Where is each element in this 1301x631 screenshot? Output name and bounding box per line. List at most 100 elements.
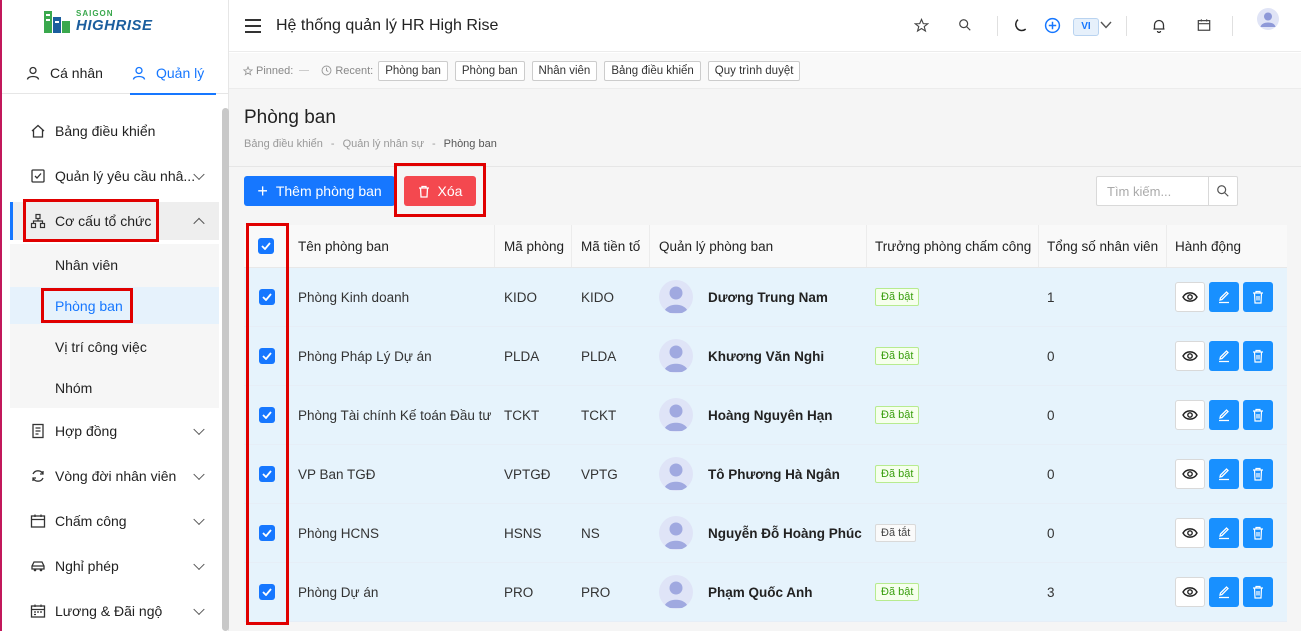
edit-button[interactable] <box>1209 282 1239 312</box>
row-checkbox[interactable] <box>258 525 275 541</box>
recent-chip[interactable]: Nhân viên <box>531 60 598 81</box>
view-button[interactable] <box>1175 577 1205 607</box>
sidebar-subitem-positions[interactable]: Vị trí công việc <box>10 326 219 367</box>
row-checkbox[interactable] <box>258 584 275 600</box>
row-checkbox[interactable] <box>258 407 275 423</box>
delete-row-button[interactable] <box>1243 400 1273 430</box>
sidebar-subitem-departments[interactable]: Phòng ban <box>10 287 219 324</box>
view-button[interactable] <box>1175 400 1205 430</box>
manager-cell: Hoàng Nguyên Hạn <box>650 386 867 444</box>
sidebar-subitem-groups[interactable]: Nhóm <box>10 367 219 408</box>
status-badge: Đã bật <box>875 288 920 306</box>
check-icon <box>261 470 272 478</box>
recent-chip[interactable]: Phòng ban <box>454 60 525 81</box>
manager-name: Phạm Quốc Anh <box>708 584 813 600</box>
eye-icon <box>1182 410 1198 420</box>
delete-row-button[interactable] <box>1243 282 1273 312</box>
view-button[interactable] <box>1175 459 1205 489</box>
table-row[interactable]: Phòng HCNS HSNS NS Nguyễn Đỗ Hoàng Phúc Đã t… <box>244 504 1287 563</box>
departments-table: Tên phòng ban Mã phòng Mã tiền tố Quản l… <box>244 225 1287 622</box>
delete-row-button[interactable] <box>1243 518 1273 548</box>
edit-button[interactable] <box>1209 400 1239 430</box>
edit-button[interactable] <box>1209 577 1239 607</box>
recent-chip[interactable]: Phòng ban <box>378 60 448 81</box>
tab-management-label: Quản lý <box>156 65 205 81</box>
logo[interactable]: SAIGON HIGHRISE <box>42 5 162 37</box>
recent-chip[interactable]: Bảng điều khiển <box>604 60 701 81</box>
star-icon[interactable] <box>912 16 930 34</box>
view-button[interactable] <box>1175 518 1205 548</box>
delete-row-button[interactable] <box>1243 577 1273 607</box>
edit-button[interactable] <box>1209 459 1239 489</box>
table-row[interactable]: VP Ban TGĐ VPTGĐ VPTG Tô Phương Hà Ngân Đã b… <box>244 445 1287 504</box>
sidebar-menu: Bảng điều khiển Quản lý yêu cầu nhâ... C… <box>10 108 219 631</box>
eye-icon <box>1182 292 1198 302</box>
sidebar-item-attendance[interactable]: Chấm công <box>10 498 219 543</box>
header-divider <box>1126 16 1127 36</box>
table-row[interactable]: Phòng Tài chính Kế toán Đầu tư TCKT TCKT Ho… <box>244 386 1287 445</box>
table-row[interactable]: Phòng Kinh doanh KIDO KIDO Dương Trung Nam Đ… <box>244 268 1287 327</box>
org-structure-submenu: Nhân viên Phòng ban Vị trí công việc Nhó… <box>10 244 219 408</box>
user-avatar-icon[interactable] <box>1257 8 1279 30</box>
delete-row-button[interactable] <box>1243 459 1273 489</box>
edit-button[interactable] <box>1209 341 1239 371</box>
view-button[interactable] <box>1175 341 1205 371</box>
row-select-cell <box>244 563 289 621</box>
menu-toggle-icon[interactable] <box>245 19 261 33</box>
col-header-code[interactable]: Mã phòng <box>495 225 572 267</box>
chevron-down-icon[interactable] <box>1097 16 1115 34</box>
sidebar-item-requests[interactable]: Quản lý yêu cầu nhâ... <box>10 153 219 198</box>
search-input[interactable] <box>1097 177 1209 205</box>
sidebar-item-label: Vòng đời nhân viên <box>55 467 177 484</box>
breadcrumb-item[interactable]: Bảng điều khiển <box>244 138 323 150</box>
row-checkbox[interactable] <box>258 289 275 305</box>
row-checkbox[interactable] <box>258 466 275 482</box>
table-row[interactable]: Phòng Pháp Lý Dự án PLDA PLDA Khương Văn Ng… <box>244 327 1287 386</box>
view-button[interactable] <box>1175 282 1205 312</box>
manager-name: Khương Văn Nghi <box>708 348 825 364</box>
tab-personal[interactable]: Cá nhân <box>2 52 130 94</box>
user-icon <box>132 66 146 80</box>
department-prefix: VPTG <box>581 466 618 482</box>
add-circle-icon[interactable] <box>1043 16 1061 34</box>
document-icon <box>30 423 46 439</box>
col-header-attendance-head[interactable]: Trưởng phòng chấm công <box>867 225 1039 267</box>
language-selector[interactable]: VI <box>1073 18 1099 36</box>
sidebar-item-dashboard[interactable]: Bảng điều khiển <box>10 108 219 153</box>
total-employees-cell: 0 <box>1039 445 1167 503</box>
add-department-button[interactable]: + Thêm phòng ban <box>244 176 395 206</box>
sidebar-item-leave[interactable]: Nghỉ phép <box>10 543 219 588</box>
sidebar-item-contracts[interactable]: Hợp đồng <box>10 408 219 453</box>
col-header-name[interactable]: Tên phòng ban <box>289 225 495 267</box>
col-header-prefix[interactable]: Mã tiền tố <box>572 225 650 267</box>
select-all-checkbox[interactable] <box>258 238 274 254</box>
sidebar-item-lifecycle[interactable]: Vòng đời nhân viên <box>10 453 219 498</box>
dark-mode-moon-icon[interactable] <box>1012 16 1030 34</box>
sidebar-subitem-employees[interactable]: Nhân viên <box>10 244 219 285</box>
header-divider <box>997 16 998 36</box>
department-prefix-cell: PLDA <box>572 327 650 385</box>
tab-management[interactable]: Quản lý <box>130 52 217 95</box>
search-button[interactable] <box>1208 177 1237 205</box>
col-header-total[interactable]: Tổng số nhân viên <box>1039 225 1167 267</box>
eye-icon <box>1182 469 1198 479</box>
logo-main: HIGHRISE <box>76 16 153 34</box>
edit-button[interactable] <box>1209 518 1239 548</box>
sidebar-scrollbar[interactable] <box>222 108 229 631</box>
check-icon <box>261 411 272 419</box>
sidebar-item-salary[interactable]: Lương & Đãi ngộ <box>10 588 219 631</box>
sidebar-item-label: Quản lý yêu cầu nhâ... <box>55 167 196 184</box>
sidebar-item-org-structure[interactable]: Cơ cấu tổ chức <box>10 202 219 240</box>
col-header-manager[interactable]: Quản lý phòng ban <box>650 225 867 267</box>
table-row[interactable]: Phòng Dự án PRO PRO Phạm Quốc Anh Đã bật 3 <box>244 563 1287 622</box>
recent-chip[interactable]: Quy trình duyệt <box>707 60 801 81</box>
delete-row-button[interactable] <box>1243 341 1273 371</box>
delete-button[interactable]: Xóa <box>404 176 476 206</box>
department-code-cell: KIDO <box>495 268 572 326</box>
department-name: Phòng HCNS <box>298 525 380 541</box>
bell-icon[interactable] <box>1150 16 1168 34</box>
search-icon[interactable] <box>956 16 974 34</box>
row-checkbox[interactable] <box>258 348 275 364</box>
breadcrumb-item[interactable]: Quản lý nhân sự <box>343 138 424 150</box>
calendar-icon[interactable] <box>1195 16 1213 34</box>
